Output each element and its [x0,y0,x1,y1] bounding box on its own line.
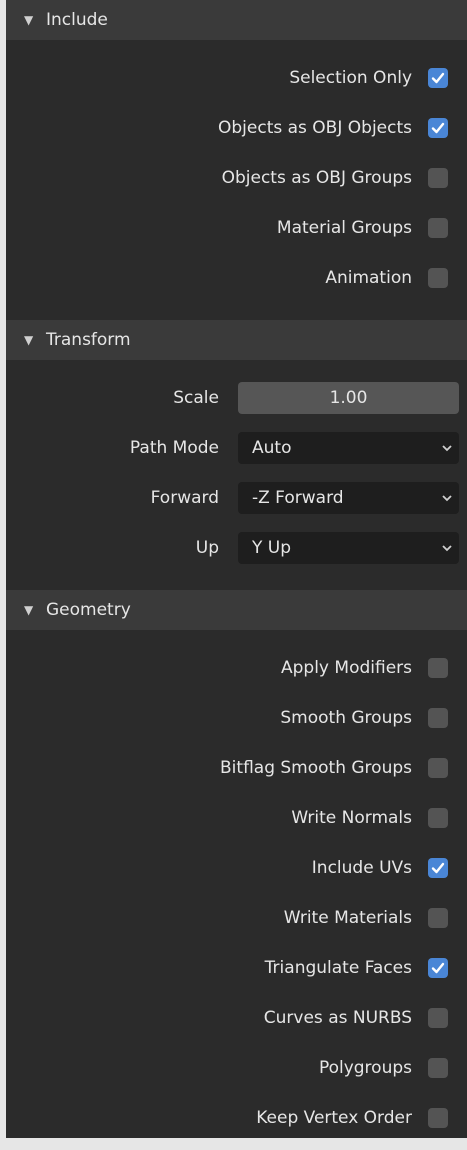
option-animation[interactable]: Animation [6,258,467,298]
option-objects-as-obj-objects[interactable]: Objects as OBJ Objects [6,108,467,148]
write-normals-checkbox[interactable] [428,808,448,828]
option-keep-vertex-order[interactable]: Keep Vertex Order [6,1098,467,1138]
checkmark-icon [431,962,445,974]
path-mode-label: Path Mode [129,438,219,458]
option-label: Selection Only [289,68,412,88]
polygroups-checkbox[interactable] [428,1058,448,1078]
option-material-groups[interactable]: Material Groups [6,208,467,248]
collapse-triangle-icon: ▼ [24,333,34,347]
option-write-normals[interactable]: Write Normals [6,798,467,838]
option-curves-as-nurbs[interactable]: Curves as NURBS [6,998,467,1038]
scale-row: Scale 1.00 [6,378,467,418]
option-label: Apply Modifiers [281,658,412,678]
chevron-down-icon [442,495,452,502]
dropdown-value: -Z Forward [252,488,344,508]
section-title: Include [46,10,108,30]
option-polygroups[interactable]: Polygroups [6,1048,467,1088]
option-triangulate-faces[interactable]: Triangulate Faces [6,948,467,988]
option-objects-as-obj-groups[interactable]: Objects as OBJ Groups [6,158,467,198]
option-label: Bitflag Smooth Groups [220,758,412,778]
up-row: Up Y Up [6,528,467,568]
option-label: Polygroups [318,1058,412,1078]
curves-as-nurbs-checkbox[interactable] [428,1008,448,1028]
option-write-materials[interactable]: Write Materials [6,898,467,938]
option-apply-modifiers[interactable]: Apply Modifiers [6,648,467,688]
smooth-groups-checkbox[interactable] [428,708,448,728]
path-mode-dropdown[interactable]: Auto [238,432,459,464]
scale-field[interactable]: 1.00 [238,382,459,414]
forward-row: Forward -Z Forward [6,478,467,518]
option-label: Curves as NURBS [263,1008,412,1028]
section-title: Geometry [46,600,131,620]
option-smooth-groups[interactable]: Smooth Groups [6,698,467,738]
option-include-uvs[interactable]: Include UVs [6,848,467,888]
bitflag-smooth-groups-checkbox[interactable] [428,758,448,778]
collapse-triangle-icon: ▼ [24,13,34,27]
dropdown-value: Y Up [252,538,292,558]
option-label: Smooth Groups [280,708,412,728]
forward-label: Forward [150,488,219,508]
chevron-down-icon [442,545,452,552]
option-selection-only[interactable]: Selection Only [6,58,467,98]
option-label: Animation [325,268,412,288]
scale-label: Scale [173,388,219,408]
checkmark-icon [431,122,445,134]
path-mode-row: Path Mode Auto [6,428,467,468]
export-options-panel: ▼ Include Selection Only Objects as OBJ … [6,0,467,1138]
up-dropdown[interactable]: Y Up [238,532,459,564]
chevron-down-icon [442,445,452,452]
triangulate-faces-checkbox[interactable] [428,958,448,978]
option-label: Keep Vertex Order [256,1108,412,1128]
section-title: Transform [46,330,131,350]
transform-section-header[interactable]: ▼ Transform [6,320,467,360]
material-groups-checkbox[interactable] [428,218,448,238]
write-materials-checkbox[interactable] [428,908,448,928]
collapse-triangle-icon: ▼ [24,603,34,617]
option-label: Material Groups [276,218,412,238]
forward-dropdown[interactable]: -Z Forward [238,482,459,514]
option-label: Write Normals [291,808,412,828]
apply-modifiers-checkbox[interactable] [428,658,448,678]
checkmark-icon [431,72,445,84]
option-label: Write Materials [283,908,412,928]
include-uvs-checkbox[interactable] [428,858,448,878]
option-label: Include UVs [311,858,412,878]
geometry-section-header[interactable]: ▼ Geometry [6,590,467,630]
keep-vertex-order-checkbox[interactable] [428,1108,448,1128]
up-label: Up [195,538,219,558]
checkmark-icon [431,862,445,874]
option-label: Objects as OBJ Objects [218,118,412,138]
selection-only-checkbox[interactable] [428,68,448,88]
objects-as-obj-objects-checkbox[interactable] [428,118,448,138]
include-section-header[interactable]: ▼ Include [6,0,467,40]
objects-as-obj-groups-checkbox[interactable] [428,168,448,188]
option-label: Triangulate Faces [264,958,412,978]
option-label: Objects as OBJ Groups [221,168,412,188]
option-bitflag-smooth-groups[interactable]: Bitflag Smooth Groups [6,748,467,788]
animation-checkbox[interactable] [428,268,448,288]
dropdown-value: Auto [252,438,292,458]
